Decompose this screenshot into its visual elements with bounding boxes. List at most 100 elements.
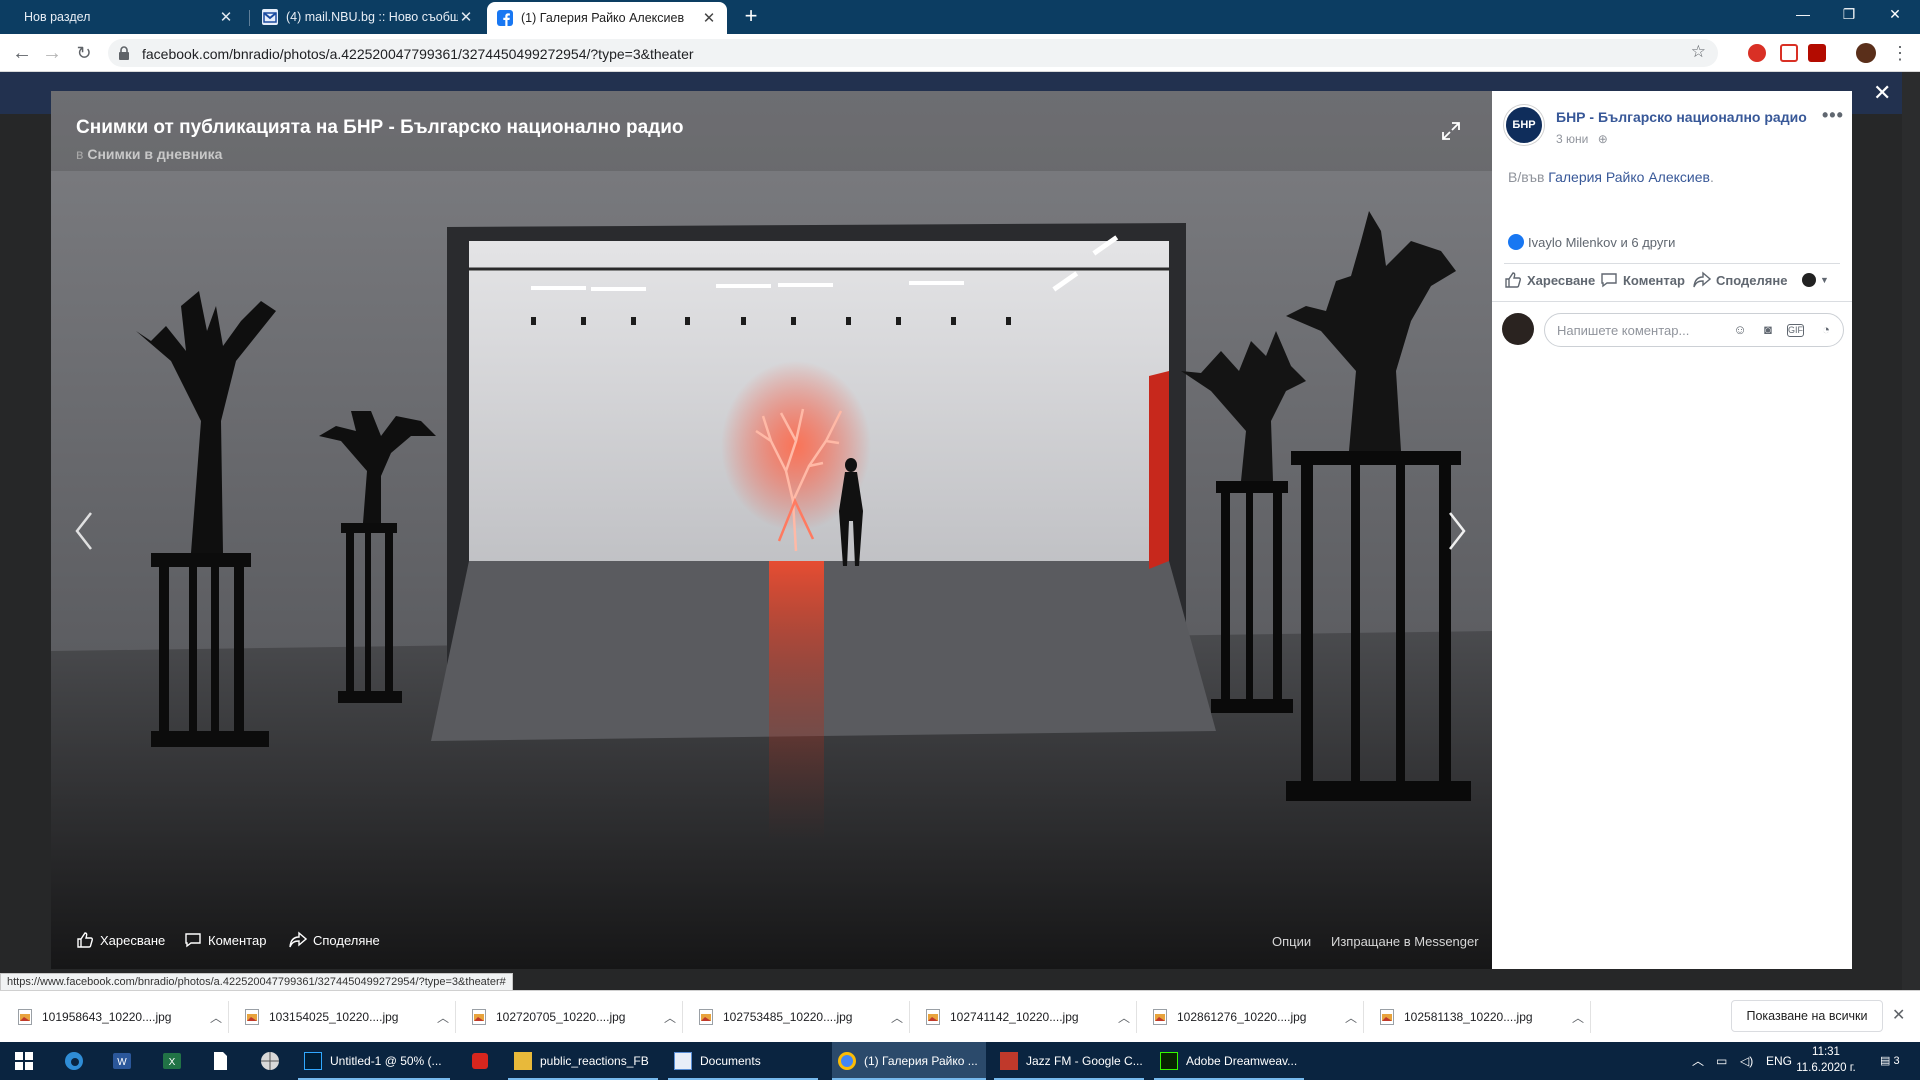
chevron-up-icon[interactable]: ︿ (885, 1009, 909, 1026)
edge-icon[interactable] (64, 1051, 84, 1071)
new-tab-button[interactable]: + (738, 4, 764, 30)
restore-icon[interactable]: ❐ (1826, 0, 1872, 30)
bookmark-star-icon[interactable]: ☆ (1691, 42, 1706, 62)
tab-new[interactable]: Нов раздел ✕ (6, 0, 244, 34)
volume-icon[interactable]: ◁) (1740, 1042, 1753, 1080)
share-arrow-icon (289, 931, 307, 948)
show-all-downloads-button[interactable]: Показване на всички (1731, 1000, 1883, 1032)
download-item[interactable]: 102720705_10220....jpg ︿ (458, 1001, 683, 1033)
post-more-options-icon[interactable]: ••• (1822, 105, 1844, 126)
emoji-icon[interactable]: ☺ (1731, 322, 1749, 340)
photo-like-button[interactable]: Харесване (76, 931, 165, 949)
close-tab-icon[interactable]: ✕ (701, 9, 717, 27)
download-filename: 102581138_10220....jpg (1404, 1010, 1533, 1024)
next-photo-arrow-icon[interactable] (1446, 511, 1468, 551)
taskbar-app-documents[interactable]: Documents (668, 1042, 818, 1080)
audience-avatar (1802, 273, 1816, 287)
close-downloads-icon[interactable]: ✕ (1892, 1005, 1905, 1025)
album-link[interactable]: Снимки в дневника (87, 146, 222, 162)
extension-pdf-icon[interactable] (1808, 44, 1826, 62)
download-item[interactable]: 103154025_10220....jpg ︿ (231, 1001, 456, 1033)
minimize-icon[interactable]: — (1780, 0, 1826, 30)
download-item[interactable]: 102753485_10220....jpg ︿ (685, 1001, 910, 1033)
close-tab-icon[interactable]: ✕ (458, 8, 474, 26)
previous-photo-arrow-icon[interactable] (73, 511, 95, 551)
comment-bubble-icon (1601, 273, 1617, 288)
file-icon[interactable] (210, 1051, 230, 1071)
post-like-button[interactable]: Харесване (1504, 271, 1595, 289)
taskbar-app-jazzfm[interactable]: Jazz FM - Google C... (994, 1042, 1144, 1080)
post-like-label: Харесване (1527, 272, 1596, 288)
post-share-label: Споделяне (1716, 272, 1788, 288)
download-item[interactable]: 102741142_10220....jpg ︿ (912, 1001, 1137, 1033)
windows-start-icon[interactable] (14, 1051, 34, 1071)
chevron-up-icon[interactable]: ︿ (431, 1009, 455, 1026)
taskbar-app-dreamweaver[interactable]: Adobe Dreamweav... (1154, 1042, 1304, 1080)
gif-icon[interactable]: GIF (1787, 324, 1804, 337)
page-scrollbar[interactable] (1902, 72, 1920, 990)
forward-arrow-icon[interactable]: → (38, 40, 66, 66)
extension-adblock-icon[interactable] (1748, 44, 1766, 62)
taskbar-app-chrome[interactable]: (1) Галерия Райко ... (832, 1042, 986, 1080)
post-comment-label: Коментар (1623, 272, 1685, 288)
taskbar-app-photoshop[interactable]: Untitled-1 @ 50% (... (298, 1042, 450, 1080)
extension-calendar-icon[interactable] (1780, 44, 1798, 62)
taskbar-app-label: Documents (700, 1054, 761, 1068)
window-close-icon[interactable]: ✕ (1872, 0, 1918, 30)
taskbar-app-label: Jazz FM - Google C... (1026, 1054, 1143, 1068)
back-arrow-icon[interactable]: ← (8, 40, 36, 66)
chevron-up-icon[interactable]: ︿ (1339, 1009, 1363, 1026)
tab-strip: Нов раздел ✕ (4) mail.NBU.bg :: Ново съо… (0, 0, 1920, 34)
tab-separator (249, 10, 250, 26)
page-avatar[interactable]: БНР (1504, 105, 1544, 145)
taskbar-app-label: Adobe Dreamweav... (1186, 1054, 1298, 1068)
notification-count: 3 (1893, 1055, 1900, 1067)
profile-avatar[interactable] (1856, 43, 1876, 63)
notification-center[interactable]: ▤ 3 (1880, 1042, 1900, 1080)
word-icon[interactable]: W (112, 1051, 132, 1071)
close-tab-icon[interactable]: ✕ (218, 8, 234, 26)
audience-selector[interactable]: ▼ (1802, 273, 1829, 287)
chevron-up-icon[interactable]: ︿ (204, 1009, 228, 1026)
chevron-up-icon[interactable]: ︿ (1112, 1009, 1136, 1026)
post-share-button[interactable]: Споделяне (1693, 271, 1787, 289)
downloads-bar: 101958643_10220....jpg ︿ 103154025_10220… (0, 990, 1920, 1042)
page-name-link[interactable]: БНР - Българско национално радио (1556, 109, 1807, 125)
post-date[interactable]: 3 юни ⊕ (1556, 132, 1608, 146)
chevron-up-icon[interactable]: ︿ (658, 1009, 682, 1026)
download-item[interactable]: 102861276_10220....jpg ︿ (1139, 1001, 1364, 1033)
send-in-messenger-link[interactable]: Изпращане в Messenger (1331, 934, 1479, 949)
photo-comment-button[interactable]: Коментар (184, 931, 266, 949)
reload-icon[interactable]: ↻ (70, 40, 98, 66)
download-item[interactable]: 101958643_10220....jpg ︿ (4, 1001, 229, 1033)
download-filename: 102720705_10220....jpg (496, 1010, 626, 1024)
post-comment-button[interactable]: Коментар (1600, 271, 1685, 289)
taskbar-app-folder[interactable]: public_reactions_FB (508, 1042, 658, 1080)
share-arrow-icon (1693, 271, 1711, 288)
jazzfm-icon (1000, 1052, 1018, 1070)
location-link[interactable]: Галерия Райко Алексиев (1548, 169, 1710, 185)
photo-album-line: в Снимки в дневника (76, 146, 222, 162)
excel-icon[interactable]: X (162, 1051, 182, 1071)
comment-input[interactable]: Напишете коментар... ☺ ◙ GIF ◔ (1544, 313, 1844, 347)
like-reaction-icon (1508, 234, 1524, 250)
tab-facebook[interactable]: (1) Галерия Райко Алексиев ✕ (487, 2, 727, 34)
download-item[interactable]: 102581138_10220....jpg ︿ (1366, 1001, 1591, 1033)
camera-icon[interactable]: ◙ (1759, 322, 1777, 340)
address-bar[interactable]: facebook.com/bnradio/photos/a.4225200477… (108, 39, 1718, 67)
sticker-icon[interactable]: ◔ (1817, 322, 1835, 340)
tab-mail[interactable]: (4) mail.NBU.bg :: Ново съобщен ✕ (252, 0, 484, 34)
pdf-reader-icon[interactable] (470, 1051, 490, 1071)
fullscreen-expand-icon[interactable] (1441, 121, 1461, 141)
network-icon[interactable]: ▭ (1716, 1042, 1727, 1080)
tray-overflow-icon[interactable]: ︿ (1692, 1042, 1704, 1080)
photo-options-link[interactable]: Опции (1272, 934, 1311, 949)
chrome-menu-icon[interactable]: ⋮ (1886, 40, 1914, 66)
dreamweaver-icon (1160, 1052, 1178, 1070)
chevron-up-icon[interactable]: ︿ (1566, 1009, 1590, 1026)
photo-share-button[interactable]: Споделяне (289, 931, 380, 949)
reactions-summary[interactable]: Ivaylo Milenkov и 6 други (1508, 234, 1675, 250)
close-theater-icon[interactable]: ✕ (1873, 80, 1891, 106)
browser-globe-icon[interactable] (260, 1051, 280, 1071)
system-clock[interactable]: 11:31 11.6.2020 г. (1788, 1044, 1864, 1076)
